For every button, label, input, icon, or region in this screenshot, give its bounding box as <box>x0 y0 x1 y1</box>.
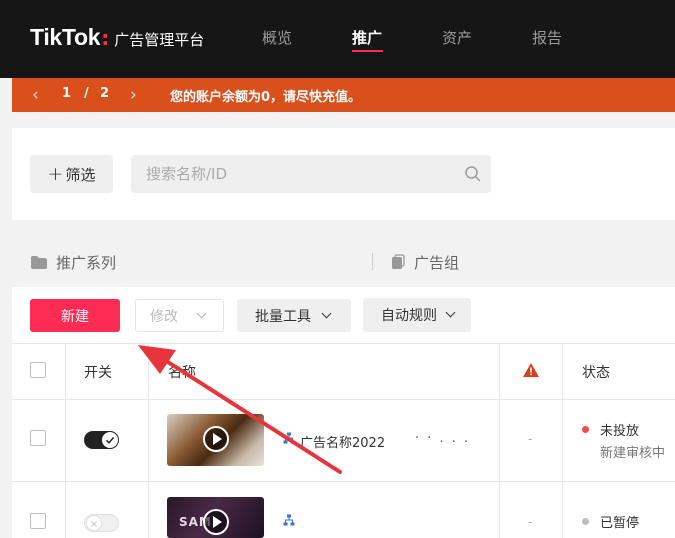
close-icon <box>91 521 97 527</box>
top-nav-bar: TikTok : 广告管理平台 概览 推广 资产 报告 <box>0 0 675 78</box>
tier-campaign-label: 推广系列 <box>56 253 117 272</box>
hierarchy-icon[interactable] <box>283 432 295 444</box>
notice-page-separator: / <box>84 86 89 101</box>
column-divider <box>65 343 66 538</box>
nav-tab-reports[interactable]: 报告 <box>532 27 562 48</box>
row-checkbox[interactable] <box>30 430 46 446</box>
active-tab-underline <box>352 50 383 52</box>
tier-ad-group-label: 广告组 <box>414 253 460 272</box>
brand-colon: : <box>101 26 110 50</box>
ad-group-icon <box>392 254 405 269</box>
column-header-name[interactable]: 名称 <box>168 362 196 382</box>
filter-button-label: 筛选 <box>65 165 96 184</box>
notice-message: 您的账户余额为0，请尽快充值。 <box>170 90 362 105</box>
video-thumbnail[interactable] <box>167 414 264 466</box>
column-divider <box>562 343 563 538</box>
brand-logo[interactable]: TikTok : 广告管理平台 <box>30 24 204 54</box>
toggle-knob <box>86 515 102 531</box>
row-metric: - <box>528 515 533 529</box>
filter-button[interactable]: + 筛选 <box>30 155 113 193</box>
notice-page-total: 2 <box>100 86 110 101</box>
row-status: 未投放 <box>600 424 640 439</box>
row-ad-name[interactable]: 广告名称2022 <box>300 432 385 451</box>
status-dot <box>582 426 589 433</box>
select-all-checkbox[interactable] <box>30 362 46 378</box>
column-divider <box>499 343 500 538</box>
play-icon[interactable] <box>203 509 229 535</box>
column-divider <box>148 343 149 538</box>
video-thumbnail[interactable]: SAM <box>167 497 264 538</box>
edit-button[interactable]: 修改 <box>135 299 224 332</box>
folder-icon <box>31 255 47 269</box>
auto-rules-label: 自动规则 <box>381 308 437 324</box>
plus-icon: + <box>47 162 64 185</box>
chevron-left-icon[interactable]: ‹ <box>32 85 39 105</box>
filter-panel: + 筛选 <box>12 128 675 220</box>
bulk-tools-button[interactable]: 批量工具 <box>237 299 351 332</box>
hierarchy-icon[interactable] <box>283 514 295 526</box>
row-status-detail: 新建审核中 <box>600 446 666 461</box>
nav-tab-overview[interactable]: 概览 <box>262 27 292 48</box>
column-header-toggle: 开关 <box>84 365 112 381</box>
column-header-status: 状态 <box>582 365 610 381</box>
edit-button-label: 修改 <box>150 308 178 325</box>
chevron-down-icon <box>321 308 332 318</box>
status-dot <box>582 518 589 525</box>
table-header-bottom-border <box>12 399 675 400</box>
brand-name: TikTok <box>30 24 101 50</box>
notice-page-current: 1 <box>62 86 72 101</box>
auto-rules-button[interactable]: 自动规则 <box>363 298 471 332</box>
chevron-right-icon[interactable]: › <box>130 85 137 105</box>
nav-tab-assets[interactable]: 资产 <box>442 27 472 48</box>
row-checkbox[interactable] <box>30 513 46 529</box>
table-row-divider <box>12 481 675 482</box>
chevron-down-icon <box>445 307 456 318</box>
play-icon[interactable] <box>203 426 229 452</box>
row-toggle-switch[interactable] <box>84 514 119 532</box>
balance-notice-bar: ‹ 1 / 2 › 您的账户余额为0，请尽快充值。 <box>12 78 675 112</box>
search-icon[interactable] <box>463 164 483 184</box>
table-header-top-border <box>12 343 675 344</box>
toggle-knob <box>102 432 118 448</box>
row-metric: - <box>528 432 533 446</box>
search-input[interactable] <box>131 155 491 193</box>
check-icon <box>105 437 115 444</box>
warning-icon <box>523 363 539 377</box>
tier-ad-group[interactable]: 广告组 <box>390 252 459 272</box>
row-status: 已暂停 <box>600 516 640 531</box>
new-button[interactable]: 新建 <box>30 299 120 332</box>
tier-campaign[interactable]: 推广系列 <box>30 252 116 272</box>
row-toggle-switch[interactable] <box>84 431 119 449</box>
bulk-tools-label: 批量工具 <box>255 308 311 325</box>
nav-tab-promotion[interactable]: 推广 <box>352 27 382 48</box>
brand-subtitle: 广告管理平台 <box>114 31 205 49</box>
tier-divider <box>372 253 373 270</box>
chevron-down-icon <box>196 308 207 318</box>
row-ad-name-suffix: · · . . . <box>415 431 471 446</box>
